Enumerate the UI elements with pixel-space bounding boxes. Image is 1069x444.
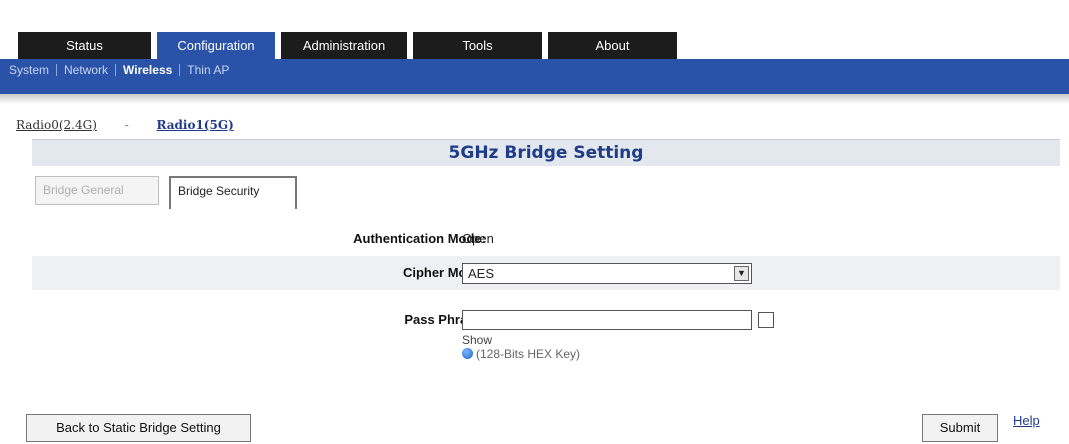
top-nav-tabs: Status Configuration Administration Tool… [0, 32, 1069, 59]
back-to-static-bridge-button[interactable]: Back to Static Bridge Setting [26, 414, 251, 442]
sub-nav-items: System Network Wireless Thin AP [2, 63, 236, 77]
cipher-mode-row: Cipher Mode: AES ▼ [32, 256, 1060, 290]
tab-bridge-security[interactable]: Bridge Security [169, 176, 297, 209]
pass-phrase-hint: (128-Bits HEX Key) [462, 347, 580, 361]
chevron-down-icon[interactable]: ▼ [734, 266, 749, 281]
help-link[interactable]: Help [1013, 413, 1040, 428]
pass-phrase-row: Pass Phrase: Show (128-Bits HEX Key) [32, 310, 1060, 372]
tab-administration[interactable]: Administration [281, 32, 407, 59]
radio-separator: - [124, 117, 129, 132]
radio0-link[interactable]: Radio0(2.4G) [16, 118, 97, 132]
subnav-shadow [0, 94, 1069, 104]
subnav-item-wireless[interactable]: Wireless [116, 63, 179, 77]
radio1-link[interactable]: Radio1(5G) [156, 118, 233, 132]
section-title-bar: 5GHz Bridge Setting [32, 139, 1060, 166]
submit-button[interactable]: Submit [922, 414, 998, 442]
sub-nav-bar: System Network Wireless Thin AP [0, 59, 1069, 94]
show-passphrase-checkbox[interactable] [758, 312, 774, 328]
subnav-item-thin-ap[interactable]: Thin AP [180, 63, 236, 77]
pass-phrase-hint-text: (128-Bits HEX Key) [476, 347, 581, 361]
subnav-item-system[interactable]: System [2, 63, 56, 77]
cipher-mode-selected: AES [468, 266, 495, 281]
show-passphrase-label: Show [462, 333, 493, 347]
tab-about[interactable]: About [548, 32, 677, 59]
page-title: 5GHz Bridge Setting [448, 143, 644, 163]
pass-phrase-input[interactable] [462, 310, 752, 330]
info-icon [462, 348, 473, 359]
tab-configuration[interactable]: Configuration [157, 32, 275, 59]
tab-bridge-general[interactable]: Bridge General [35, 176, 159, 205]
auth-mode-value: Open [462, 231, 494, 246]
auth-mode-row: Authentication Mode: Open [32, 224, 1060, 254]
radio-selector: Radio0(2.4G) - Radio1(5G) [16, 117, 234, 132]
cipher-mode-select[interactable]: AES ▼ [462, 263, 752, 284]
tab-status[interactable]: Status [18, 32, 151, 59]
subnav-item-network[interactable]: Network [57, 63, 115, 77]
tab-tools[interactable]: Tools [413, 32, 542, 59]
